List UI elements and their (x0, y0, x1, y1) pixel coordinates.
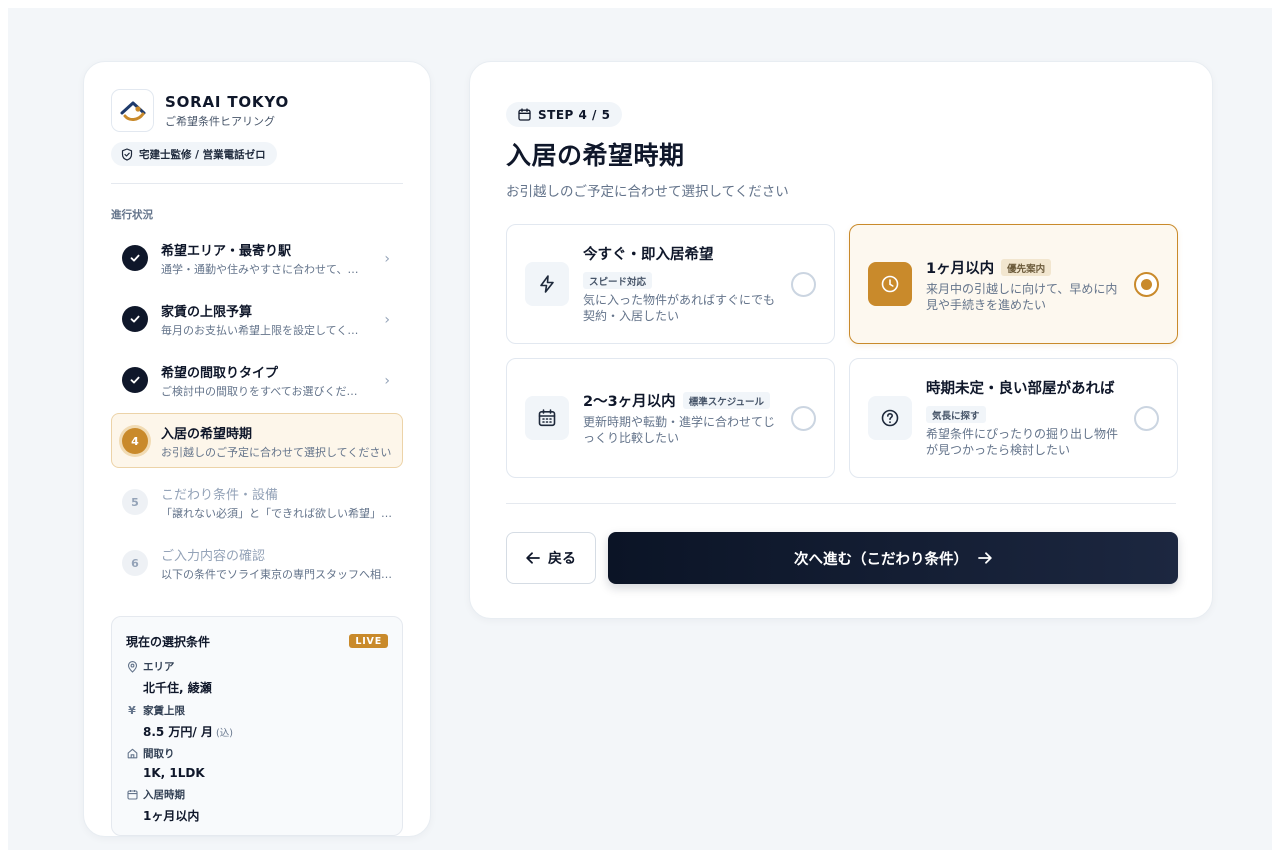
summary-note: (込) (216, 728, 233, 739)
back-button[interactable]: 戻る (506, 532, 596, 584)
step-desc: 以下の条件でソライ東京の専門スタッフへ相… (161, 568, 392, 581)
brand-name: SORAI TOKYO (165, 92, 290, 111)
live-badge: LIVE (349, 634, 388, 648)
next-button-label: 次へ進む（こだわり条件） (794, 551, 968, 568)
option-radio[interactable] (791, 406, 816, 431)
sidebar: SORAI TOKYO ご希望条件ヒアリング 宅建士監修 / 営業電話ゼロ 進行… (83, 61, 431, 837)
step-title: 希望エリア・最寄り駅 (161, 244, 292, 259)
step-indicator: STEP 4 / 5 (506, 102, 623, 127)
option-tag: スピード対応 (583, 272, 653, 289)
option-title: 今すぐ・即入居希望 (583, 247, 714, 263)
sidebar-divider (111, 183, 403, 184)
option-desc: 更新時期や転勤・進学に合わせてじっくり比較したい (583, 415, 776, 445)
yen-icon: ¥ (128, 704, 136, 717)
trust-badge-label: 宅建士監修 / 営業電話ゼロ (139, 148, 266, 161)
home-icon (126, 748, 138, 760)
option-immediate[interactable]: 今すぐ・即入居希望 スピード対応 気に入った物件があればすぐにでも契約・入居した… (506, 224, 835, 344)
summary-item-rent: ¥ 家賃上限 8.5 万円/ 月 (込) (126, 703, 233, 740)
step-number: 6 (122, 550, 148, 576)
selection-summary: 現在の選択条件 LIVE エリア 北千住, 綾瀬 ¥ 家賃上限 8.5 万円/ … (111, 616, 403, 836)
summary-value: 1K, 1LDK (143, 766, 205, 780)
summary-value: 1ヶ月以内 (143, 809, 200, 823)
option-radio[interactable] (1134, 406, 1159, 431)
next-button[interactable]: 次へ進む（こだわり条件） (608, 532, 1178, 584)
summary-item-move-in: 入居時期 1ヶ月以内 (126, 787, 199, 824)
check-icon (122, 367, 148, 393)
option-within-1-month[interactable]: 1ヶ月以内 優先案内 来月中の引越しに向けて、早めに内見や手続きを進めたい (849, 224, 1178, 344)
check-icon (122, 306, 148, 332)
option-tag: 標準スケジュール (682, 392, 771, 409)
back-button-label: 戻る (548, 551, 576, 567)
chevron-right-icon: › (384, 312, 390, 328)
step-title: 希望の間取りタイプ (161, 366, 279, 381)
option-title: 2〜3ヶ月以内 (583, 394, 676, 410)
brand-logo (111, 89, 154, 132)
shield-icon (121, 147, 133, 161)
question-card: STEP 4 / 5 入居の希望時期 お引越しのご予定に合わせて選択してください… (469, 61, 1213, 619)
option-title: 1ヶ月以内 (926, 261, 995, 277)
step-desc: ご検討中の間取りをすべてお選びくだ… (161, 385, 358, 398)
brand-subtitle: ご希望条件ヒアリング (165, 114, 275, 128)
step-title: こだわり条件・設備 (161, 488, 279, 503)
step-item-budget[interactable]: 家賃の上限予算 毎月のお支払い希望上限を設定してく… › (111, 291, 403, 346)
chevron-right-icon: › (384, 251, 390, 267)
step-desc: 通学・通勤や住みやすさに合わせて、… (161, 263, 359, 276)
summary-label: 家賃上限 (143, 705, 185, 717)
calendar-icon (518, 108, 531, 121)
option-tag: 気長に探す (926, 406, 986, 423)
calendar-icon (126, 789, 138, 801)
summary-item-area: エリア 北千住, 綾瀬 (126, 659, 212, 696)
lightning-icon (525, 262, 569, 306)
option-tag: 優先案内 (1001, 259, 1052, 276)
step-title: 入居の希望時期 (161, 427, 253, 442)
summary-label: エリア (143, 661, 175, 673)
step-item-move-in[interactable]: 4 入居の希望時期 お引越しのご予定に合わせて選択してください (111, 413, 403, 468)
question-subtitle: お引越しのご予定に合わせて選択してください (506, 184, 789, 200)
page-background: SORAI TOKYO ご希望条件ヒアリング 宅建士監修 / 営業電話ゼロ 進行… (8, 8, 1272, 850)
option-desc: 来月中の引越しに向けて、早めに内見や手続きを進めたい (926, 282, 1118, 312)
pin-icon (126, 660, 138, 673)
summary-value: 北千住, 綾瀬 (143, 681, 212, 695)
clock-icon (868, 262, 912, 306)
summary-label: 入居時期 (143, 789, 185, 801)
chevron-right-icon: › (384, 373, 390, 389)
actions-divider (506, 503, 1176, 504)
step-item-area[interactable]: 希望エリア・最寄り駅 通学・通勤や住みやすさに合わせて、… › (111, 230, 403, 285)
trust-badge: 宅建士監修 / 営業電話ゼロ (111, 142, 277, 166)
step-title: ご入力内容の確認 (161, 549, 266, 564)
step-number: 5 (122, 489, 148, 515)
step-list: 希望エリア・最寄り駅 通学・通勤や住みやすさに合わせて、… › 家賃の上限予算 … (111, 230, 403, 596)
step-title: 家賃の上限予算 (161, 305, 253, 320)
logo-house-icon (120, 101, 145, 121)
step-number: 4 (122, 428, 148, 454)
check-icon (122, 245, 148, 271)
brand: SORAI TOKYO ご希望条件ヒアリング (111, 89, 289, 132)
option-radio-selected[interactable] (1134, 272, 1159, 297)
option-radio[interactable] (791, 272, 816, 297)
summary-title: 現在の選択条件 (126, 635, 211, 649)
step-item-confirm: 6 ご入力内容の確認 以下の条件でソライ東京の専門スタッフへ相… (111, 535, 403, 590)
option-desc: 希望条件にぴったりの掘り出し物件が見つかったら検討したい (926, 427, 1119, 457)
step-item-preferences: 5 こだわり条件・設備 「譲れない必須」と「できれば欲しい希望」… (111, 474, 403, 529)
arrow-right-icon (978, 549, 992, 568)
progress-label: 進行状況 (111, 209, 153, 221)
option-desc: 気に入った物件があればすぐにでも契約・入居したい (583, 293, 776, 323)
option-title: 時期未定・良い部屋があれば (926, 381, 1115, 397)
option-undecided[interactable]: 時期未定・良い部屋があれば 気長に探す 希望条件にぴったりの掘り出し物件が見つか… (849, 358, 1178, 478)
step-desc: 「譲れない必須」と「できれば欲しい希望」… (161, 507, 392, 520)
step-indicator-label: STEP 4 / 5 (538, 107, 611, 122)
option-2-3-months[interactable]: 2〜3ヶ月以内 標準スケジュール 更新時期や転勤・進学に合わせてじっくり比較した… (506, 358, 835, 478)
step-desc: お引越しのご予定に合わせて選択してください (161, 446, 392, 459)
summary-value: 8.5 万円/ 月 (143, 725, 213, 739)
question-title: 入居の希望時期 (506, 141, 685, 170)
question-icon (868, 396, 912, 440)
summary-item-layout: 間取り 1K, 1LDK (126, 746, 205, 780)
arrow-left-icon (526, 549, 540, 568)
summary-label: 間取り (143, 748, 175, 760)
calendar-icon (525, 396, 569, 440)
step-desc: 毎月のお支払い希望上限を設定してく… (161, 324, 359, 337)
step-item-layout[interactable]: 希望の間取りタイプ ご検討中の間取りをすべてお選びくだ… › (111, 352, 403, 407)
